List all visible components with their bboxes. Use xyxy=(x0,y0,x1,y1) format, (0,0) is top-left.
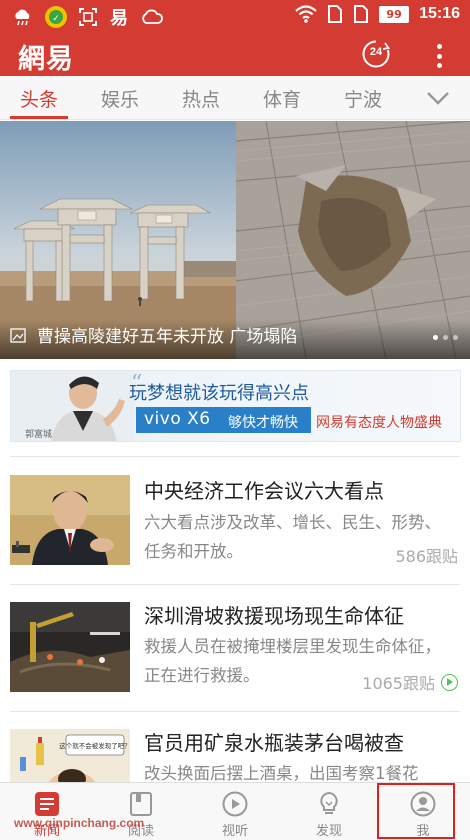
news-title: 深圳滑坡救援现场现生命体征 xyxy=(144,604,404,628)
scan-icon xyxy=(79,8,97,26)
nav-news[interactable]: 新闻 xyxy=(0,783,94,840)
news-thumb xyxy=(10,475,130,565)
image-gallery-icon xyxy=(10,328,26,343)
highlight-box xyxy=(377,783,455,839)
sim2-icon xyxy=(354,5,369,23)
status-bar: ✓ 易 99 15:16 xyxy=(0,0,470,33)
carousel-dot xyxy=(433,335,438,340)
status-left-icons: ✓ 易 xyxy=(12,5,164,29)
ad-event: 网易有态度人物盛典 xyxy=(316,415,442,431)
tab-ningbo[interactable]: 宁波 xyxy=(344,85,382,112)
wifi-icon xyxy=(295,5,317,23)
more-vertical-icon[interactable] xyxy=(428,43,450,69)
chevron-down-icon[interactable] xyxy=(421,84,455,112)
news-replies: 586跟贴 xyxy=(395,543,458,567)
ad-banner[interactable]: “ 玩梦想就该玩得高兴点 vivo X6 够快才畅快 网易有态度人物盛典 郭富城 xyxy=(10,370,461,442)
tab-tiyu[interactable]: 体育 xyxy=(263,85,301,112)
app-bar: 網易 24 xyxy=(0,33,470,76)
tab-indicator xyxy=(10,116,68,119)
nav-discover[interactable]: 发现 xyxy=(282,783,376,840)
svg-text:✓: ✓ xyxy=(52,14,60,24)
tab-yule[interactable]: 娱乐 xyxy=(101,85,139,112)
clock-24-button[interactable]: 24 xyxy=(361,39,391,69)
play-circle-icon xyxy=(222,791,248,817)
video-play-icon xyxy=(441,673,458,691)
lightbulb-icon xyxy=(320,791,338,814)
nav-label: 视听 xyxy=(221,824,248,839)
reply-count: 586跟贴 xyxy=(395,547,458,566)
timer-label: 24 xyxy=(369,46,383,58)
ad-signature: 郭富城 xyxy=(25,430,53,440)
netease-yi-icon: 易 xyxy=(110,8,128,28)
hero-carousel[interactable]: 曹操高陵建好五年未开放 广场塌陷 xyxy=(0,121,470,359)
news-title: 官员用矿泉水瓶装茅台喝被查 xyxy=(144,731,404,755)
ad-headline: 玩梦想就该玩得高兴点 xyxy=(129,383,309,404)
channel-tabs: 头条 娱乐 热点 体育 宁波 xyxy=(0,76,470,120)
sim1-icon xyxy=(328,5,343,23)
nav-label: 发现 xyxy=(315,824,342,839)
nav-video[interactable]: 视听 xyxy=(188,783,282,840)
news-item[interactable]: 中央经济工作会议六大看点 六大看点涉及改革、增长、民生、形势、任务和开放。 58… xyxy=(0,457,470,585)
news-icon xyxy=(35,792,59,816)
read-icon xyxy=(130,792,152,816)
cloud-icon xyxy=(142,9,163,24)
svg-text:易: 易 xyxy=(110,8,128,28)
battery-icon: 99 xyxy=(379,5,410,23)
carousel-dot xyxy=(453,335,458,340)
nav-read[interactable]: 阅读 xyxy=(94,783,188,840)
watermark: www.qinpinchang.com xyxy=(14,816,145,830)
reply-count: 1065跟贴 xyxy=(362,674,435,693)
ad-brand: vivo X6 xyxy=(144,409,211,429)
tab-toutiao[interactable]: 头条 xyxy=(20,85,58,112)
ad-slogan: 够快才畅快 xyxy=(228,415,298,431)
clock-time: 15:16 xyxy=(419,5,460,22)
carousel-dot xyxy=(443,335,448,340)
app-badge-icon: ✓ xyxy=(45,6,67,28)
news-item[interactable]: 深圳滑坡救援现场现生命体征 救援人员在被掩埋楼层里发现生命体征，正在进行救援。 … xyxy=(0,585,470,713)
news-replies: 1065跟贴 xyxy=(362,670,458,694)
hero-caption: 曹操高陵建好五年未开放 广场塌陷 xyxy=(37,327,298,347)
cartoon-speech-text: 这个就不会被发现了吧？ xyxy=(59,741,130,750)
news-title: 中央经济工作会议六大看点 xyxy=(144,479,384,503)
carousel-dots xyxy=(433,335,458,340)
app-logo[interactable]: 網易 xyxy=(18,37,74,76)
tab-redian[interactable]: 热点 xyxy=(182,85,220,112)
weather-cloud-icon xyxy=(15,9,30,26)
news-thumb xyxy=(10,602,130,692)
status-right-icons: 99 15:16 xyxy=(295,4,460,24)
